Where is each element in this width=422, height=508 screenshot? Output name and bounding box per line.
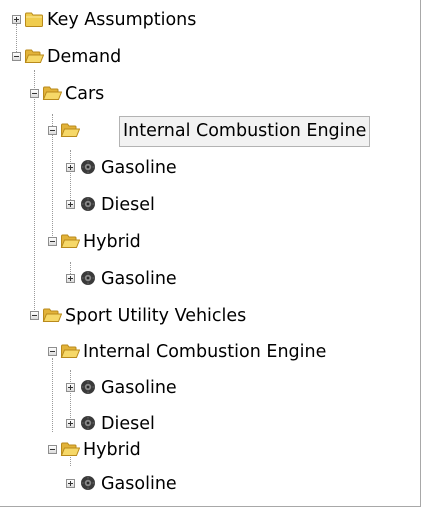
folder-open-icon bbox=[60, 342, 80, 360]
branch-icon bbox=[78, 269, 98, 287]
expand-toggle[interactable] bbox=[66, 200, 75, 209]
tree-item-label: Demand bbox=[47, 47, 122, 67]
collapse-toggle[interactable] bbox=[48, 126, 57, 135]
tree-item-cars-hybrid-gasoline[interactable]: Gasoline bbox=[0, 261, 421, 298]
tree-item-key-assumptions[interactable]: Key Assumptions bbox=[0, 2, 421, 39]
tree-item-cars-internal-combustion-engine[interactable]: Internal Combustion Engine bbox=[0, 113, 421, 150]
branch-icon bbox=[78, 414, 98, 432]
branch-icon bbox=[78, 474, 98, 492]
tree-item-label: Sport Utility Vehicles bbox=[65, 306, 247, 326]
expand-toggle[interactable] bbox=[66, 419, 75, 428]
folder-open-icon bbox=[60, 232, 80, 250]
tree-item-suv-hybrid[interactable]: Hybrid bbox=[0, 432, 421, 469]
tree-item-label: Diesel bbox=[101, 195, 155, 215]
branch-icon bbox=[78, 378, 98, 396]
tree-item-label: Cars bbox=[65, 84, 105, 104]
collapse-toggle[interactable] bbox=[48, 237, 57, 246]
expand-toggle[interactable] bbox=[12, 15, 21, 24]
folder-open-icon bbox=[42, 84, 62, 102]
tree-item-cars-ice-diesel[interactable]: Diesel bbox=[0, 187, 421, 224]
tree-view[interactable]: Key Assumptions Demand Cars Internal Com… bbox=[0, 0, 421, 507]
tree-item-cars[interactable]: Cars bbox=[0, 76, 421, 113]
tree-item-cars-hybrid[interactable]: Hybrid bbox=[0, 224, 421, 261]
tree-item-label: Key Assumptions bbox=[47, 10, 197, 30]
tree-item-cars-ice-gasoline[interactable]: Gasoline bbox=[0, 150, 421, 187]
expand-toggle[interactable] bbox=[66, 274, 75, 283]
tree-item-label: Hybrid bbox=[83, 232, 141, 252]
branch-icon bbox=[78, 195, 98, 213]
tree-item-label: Internal Combustion Engine bbox=[119, 116, 371, 147]
tree-item-label: Gasoline bbox=[101, 269, 177, 289]
tree-item-label: Gasoline bbox=[101, 474, 177, 494]
collapse-toggle[interactable] bbox=[30, 311, 39, 320]
tree-item-label: Hybrid bbox=[83, 440, 141, 460]
expand-toggle[interactable] bbox=[66, 479, 75, 488]
collapse-toggle[interactable] bbox=[48, 445, 57, 454]
folder-open-icon bbox=[60, 440, 80, 458]
expand-toggle[interactable] bbox=[66, 383, 75, 392]
folder-open-icon bbox=[24, 47, 44, 65]
tree-item-label: Internal Combustion Engine bbox=[83, 342, 327, 362]
tree-item-sport-utility-vehicles[interactable]: Sport Utility Vehicles bbox=[0, 298, 421, 335]
tree-item-label: Gasoline bbox=[101, 158, 177, 178]
collapse-toggle[interactable] bbox=[30, 89, 39, 98]
expand-toggle[interactable] bbox=[66, 163, 75, 172]
tree-item-suv-ice-gasoline[interactable]: Gasoline bbox=[0, 370, 421, 407]
tree-item-label: Gasoline bbox=[101, 378, 177, 398]
tree-item-suv-internal-combustion-engine[interactable]: Internal Combustion Engine bbox=[0, 334, 421, 371]
folder-icon bbox=[24, 10, 44, 28]
tree-item-suv-hybrid-gasoline[interactable]: Gasoline bbox=[0, 466, 421, 503]
branch-icon bbox=[78, 158, 98, 176]
collapse-toggle[interactable] bbox=[12, 52, 21, 61]
folder-open-icon bbox=[60, 121, 80, 139]
folder-open-icon bbox=[42, 306, 62, 324]
collapse-toggle[interactable] bbox=[48, 347, 57, 356]
tree-item-demand[interactable]: Demand bbox=[0, 39, 421, 76]
